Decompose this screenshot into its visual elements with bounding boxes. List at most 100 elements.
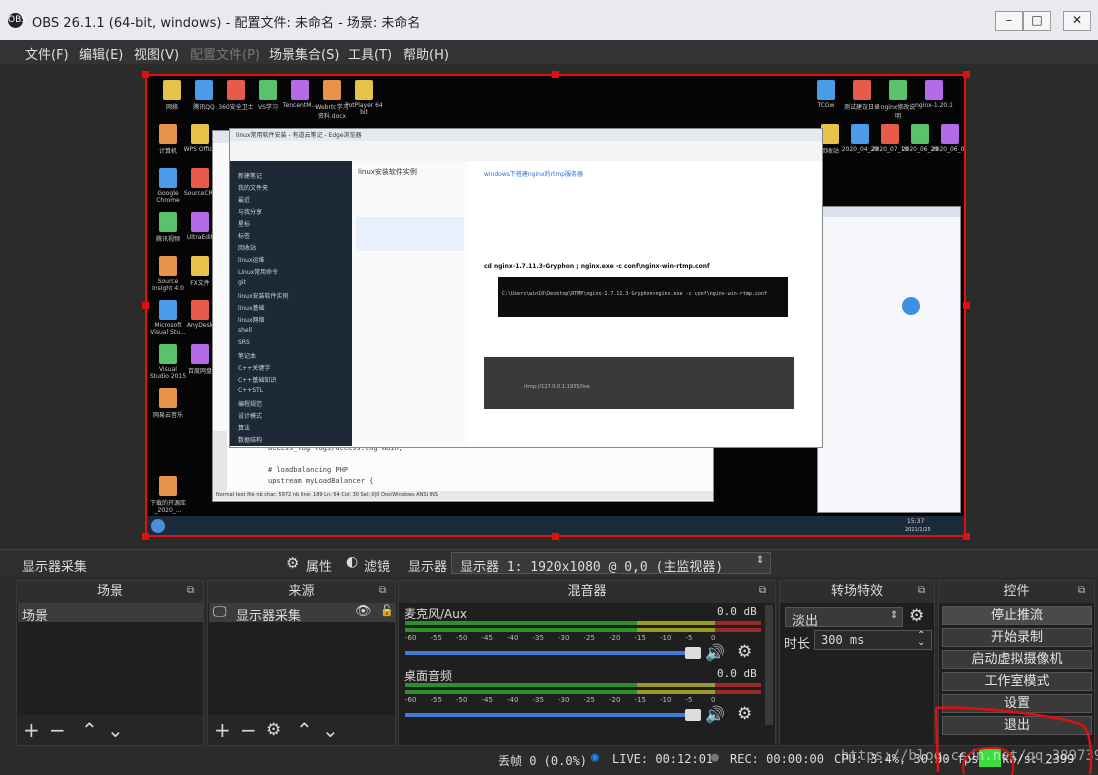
display-capture-preview[interactable]: 网络 腾讯QQ 360安全卫士 VS学习 TencentM... Webrtc学习资料.d…	[145, 74, 966, 537]
close-button[interactable]: ✕	[1063, 11, 1091, 31]
display-select-value: 显示器 1: 1920x1080 @ 0,0 (主监视器)	[460, 560, 724, 575]
speaker-icon[interactable]: 🔊	[705, 643, 725, 662]
stop-streaming-button[interactable]: 停止推流	[942, 606, 1092, 625]
duration-label: 时长	[784, 637, 811, 652]
add-scene-button[interactable]: +	[23, 718, 40, 742]
duration-input[interactable]: 300 ms ⌃ ⌄	[814, 630, 932, 650]
notes-list-title: linux安装软件实例	[358, 168, 417, 176]
filters-button[interactable]: 滤镜	[364, 556, 390, 575]
move-down-button[interactable]: ⌄	[322, 718, 339, 742]
desktop-icon	[259, 80, 277, 100]
notes-doc-title: windows下搭建nginx的rtmp服务器	[484, 171, 583, 178]
studio-mode-button[interactable]: 工作室模式	[942, 672, 1092, 691]
note-sidebar-item: 我的文件夹	[238, 185, 269, 192]
meter-tick-label: -40	[507, 634, 519, 642]
live-time: LIVE: 00:12:01	[612, 752, 714, 766]
menu-view[interactable]: 视图(V)	[134, 44, 179, 63]
desktop-icon-label: 2020_06_08	[931, 146, 966, 153]
move-up-button[interactable]: ⌃	[81, 718, 98, 742]
scene-item[interactable]: 场景	[18, 603, 203, 624]
desktop-icon	[925, 80, 943, 100]
properties-button[interactable]: 属性	[306, 556, 332, 575]
mixer-dock: 混音器 ⧉ 麦克风/Aux 0.0 dB -60 -55 -50 -45 -40 -35 -30…	[398, 580, 776, 746]
add-source-button[interactable]: +	[214, 718, 231, 742]
meter-tick-label: -10	[660, 634, 672, 642]
desktop-icon	[159, 344, 177, 364]
annotation-marker	[934, 706, 1093, 775]
desktop-icon	[159, 256, 177, 276]
float-icon[interactable]: ⧉	[759, 585, 766, 596]
menu-file[interactable]: 文件(F)	[25, 44, 69, 63]
window-title: OBS 26.1.1 (64-bit, windows) - 配置文件: 未命名…	[32, 16, 421, 31]
desktop-icon	[851, 124, 869, 144]
virtual-camera-button[interactable]: 启动虚拟摄像机	[942, 650, 1092, 669]
resize-handle-tl[interactable]	[142, 71, 149, 78]
volume-slider-handle[interactable]	[685, 647, 701, 659]
sources-dock: 来源 ⧉ 🖵 显示器采集 👁 🔓 + − ⚙ ⌃ ⌄	[207, 580, 396, 746]
float-icon[interactable]: ⧉	[918, 585, 925, 596]
editor-line-3: upstream myLoadBalancer {	[268, 477, 374, 485]
resize-handle-bl[interactable]	[142, 533, 149, 540]
desktop-icon-label: PotPlayer 64 bit	[345, 102, 383, 116]
resize-handle-tr[interactable]	[963, 71, 970, 78]
desktop-icon	[911, 124, 929, 144]
desktop-icon	[821, 124, 839, 144]
minimize-button[interactable]: –	[995, 11, 1023, 31]
desktop-icon	[191, 300, 209, 320]
resize-handle-t[interactable]	[552, 71, 559, 78]
desktop-icon	[191, 168, 209, 188]
desktop-icon-label: 下载的开源库_2020_...	[149, 500, 186, 514]
gear-icon[interactable]: ⚙	[737, 642, 752, 662]
rec-time: REC: 00:00:00	[730, 752, 824, 766]
remove-scene-button[interactable]: −	[49, 718, 66, 742]
desktop-icon	[159, 388, 177, 408]
volume-slider[interactable]	[405, 647, 701, 659]
move-up-button[interactable]: ⌃	[296, 718, 313, 742]
float-icon[interactable]: ⧉	[379, 585, 386, 596]
move-down-button[interactable]: ⌄	[107, 718, 124, 742]
source-item[interactable]: 🖵 显示器采集 👁 🔓	[209, 603, 395, 624]
float-icon[interactable]: ⧉	[1078, 585, 1085, 596]
transition-select[interactable]: 淡出 ⇕	[785, 607, 903, 629]
float-icon[interactable]: ⧉	[187, 585, 194, 596]
desktop-icon	[881, 124, 899, 144]
menu-scene-collection[interactable]: 场景集合(S)	[269, 44, 339, 63]
channel-name: 桌面音频	[404, 669, 453, 683]
meter-tick-label: -60	[405, 634, 417, 642]
gear-icon[interactable]: ⚙	[909, 606, 924, 626]
resize-handle-r[interactable]	[963, 302, 970, 309]
resize-handle-br[interactable]	[963, 533, 970, 540]
meter-tick-label: -20	[609, 634, 621, 642]
maximize-button[interactable]: □	[1023, 11, 1051, 31]
start-icon	[151, 519, 165, 533]
speaker-icon[interactable]: 🔊	[705, 705, 725, 724]
eye-icon[interactable]: 👁	[355, 604, 372, 619]
note-sidebar-item: 最近	[238, 197, 251, 204]
menu-help[interactable]: 帮助(H)	[403, 44, 449, 63]
mixer-channel: 桌面音频 0.0 dB -60 -55 -50 -45 -40 -35 -30 -25 -20 -15…	[399, 665, 763, 727]
start-recording-button[interactable]: 开始录制	[942, 628, 1092, 647]
note-sidebar-item: 设计模式	[238, 413, 263, 420]
volume-slider[interactable]	[405, 709, 701, 721]
resize-handle-l[interactable]	[142, 302, 149, 309]
source-toolbar: 显示器采集 ⚙ 属性 ◐ 滤镜 显示器 显示器 1: 1920x1080 @ 0…	[0, 549, 1098, 577]
meter-tick-label: 0	[711, 634, 716, 642]
gear-icon[interactable]: ⚙	[737, 704, 752, 724]
menu-tools[interactable]: 工具(T)	[348, 44, 392, 63]
mixer-scrollbar[interactable]	[765, 605, 773, 725]
menu-edit[interactable]: 编辑(E)	[79, 44, 123, 63]
lock-icon[interactable]: 🔓	[380, 604, 394, 617]
resize-handle-b[interactable]	[552, 533, 559, 540]
gear-icon[interactable]: ⚙	[266, 720, 281, 740]
updown-icon: ⇕	[890, 610, 899, 621]
note-sidebar-item: C++STL	[238, 387, 264, 394]
menu-profile[interactable]: 配置文件(P)	[190, 44, 260, 63]
spin-down-icon[interactable]: ⌄	[917, 637, 925, 648]
display-select[interactable]: 显示器 1: 1920x1080 @ 0,0 (主监视器) ⇕	[451, 552, 771, 575]
scene-item-label: 场景	[22, 609, 49, 624]
transitions-dock: 转场特效 ⧉ 淡出 ⇕ ⚙ 时长 300 ms ⌃ ⌄	[779, 580, 935, 746]
remove-source-button[interactable]: −	[240, 718, 257, 742]
note-sidebar-item: shell	[238, 327, 252, 334]
scenes-dock: 场景 ⧉ 场景 + − ⌃ ⌄	[16, 580, 204, 746]
volume-slider-handle[interactable]	[685, 709, 701, 721]
